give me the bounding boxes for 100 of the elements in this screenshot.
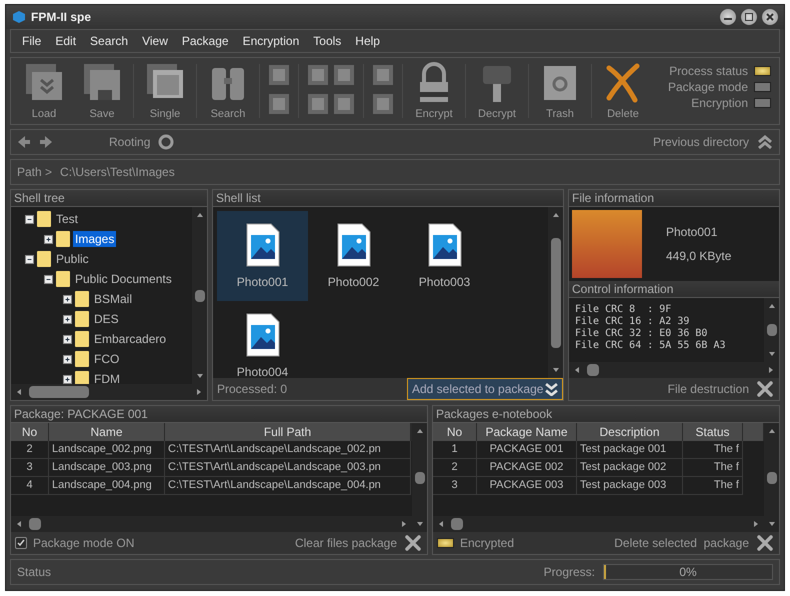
toolbar-button[interactable]: Save [73, 60, 131, 122]
vertical-scrollbar[interactable] [192, 207, 207, 384]
add-to-package-button[interactable]: Add selected to package [407, 378, 563, 400]
table-cell: The f [683, 441, 743, 459]
forward-arrow-icon[interactable] [39, 135, 53, 149]
column-header[interactable]: Full Path [165, 423, 411, 441]
scroll-thumb[interactable] [29, 386, 89, 398]
toolbar-button[interactable]: Decrypt [468, 60, 526, 122]
scroll-thumb[interactable] [414, 472, 424, 484]
scroll-arrow-icon[interactable] [15, 520, 23, 528]
image-thumbnail-item[interactable]: Photo003 [399, 211, 490, 301]
tree-item[interactable]: Embarcadero [92, 331, 168, 347]
scroll-thumb[interactable] [29, 518, 41, 530]
scroll-arrow-icon[interactable] [573, 366, 581, 374]
tree-item[interactable]: Public [54, 251, 91, 267]
checkbox[interactable] [15, 537, 27, 549]
window-title: FPM-II spe [31, 10, 92, 24]
column-header[interactable]: Description [577, 423, 683, 441]
vertical-scrollbar[interactable] [764, 298, 779, 362]
path-label: Path > [17, 165, 52, 179]
menu-item[interactable]: View [135, 34, 175, 48]
tree-item[interactable]: BSMail [92, 291, 134, 307]
toolbar-button[interactable]: Single [136, 60, 194, 122]
column-header[interactable]: Status [683, 423, 743, 441]
tree-item[interactable]: FCO [92, 351, 122, 367]
scroll-arrow-icon[interactable] [768, 427, 776, 435]
menu-item[interactable]: Encryption [236, 34, 306, 48]
toolbar-button[interactable]: Load [15, 60, 73, 122]
horizontal-scrollbar[interactable] [11, 516, 412, 532]
tree-item[interactable]: DES [92, 311, 121, 327]
horizontal-scrollbar[interactable] [433, 516, 764, 532]
collapse-toggle[interactable] [25, 214, 34, 224]
scroll-arrow-icon[interactable] [196, 211, 204, 219]
scroll-arrow-icon[interactable] [768, 302, 776, 310]
image-thumbnail-item[interactable]: Photo004 [217, 301, 308, 378]
rooting-label[interactable]: Rooting [109, 135, 150, 149]
back-arrow-icon[interactable] [17, 135, 31, 149]
scroll-thumb[interactable] [550, 238, 560, 348]
scroll-thumb[interactable] [194, 290, 204, 302]
close-button[interactable] [762, 9, 778, 25]
maximize-button[interactable] [741, 9, 757, 25]
menu-item[interactable]: File [15, 34, 48, 48]
menu-item[interactable]: Search [83, 34, 136, 48]
scroll-thumb[interactable] [766, 472, 776, 484]
menu-item[interactable]: Package [174, 34, 236, 48]
close-icon[interactable] [757, 381, 773, 397]
expand-toggle[interactable] [63, 374, 72, 384]
expand-toggle[interactable] [63, 314, 72, 324]
scroll-thumb[interactable] [766, 324, 776, 336]
toolbar-button[interactable]: Search [199, 60, 257, 122]
close-icon[interactable] [405, 535, 421, 551]
tree-item[interactable]: FDM [92, 371, 122, 384]
menu-item[interactable]: Help [348, 34, 387, 48]
status-text: Status [17, 565, 52, 579]
tree-item[interactable]: Test [54, 211, 80, 227]
column-header[interactable]: Name [49, 423, 165, 441]
tree-item[interactable]: Public Documents [73, 271, 174, 287]
expand-toggle[interactable] [44, 234, 53, 244]
scroll-arrow-icon[interactable] [437, 520, 445, 528]
minimize-button[interactable] [720, 9, 736, 25]
progress-label: Progress: [544, 565, 595, 579]
image-thumbnail-item[interactable]: Photo001 [217, 211, 308, 301]
close-icon[interactable] [757, 535, 773, 551]
vertical-scrollbar[interactable] [412, 423, 427, 532]
vertical-scrollbar[interactable] [764, 423, 779, 532]
collapse-toggle[interactable] [25, 254, 34, 264]
scroll-arrow-icon[interactable] [416, 427, 424, 435]
checkbox-label[interactable]: Package mode ON [33, 536, 134, 550]
menu-item[interactable]: Edit [48, 34, 84, 48]
refresh-icon[interactable] [158, 134, 174, 150]
tree-item[interactable]: Images [73, 231, 116, 247]
panel-title: Control information [569, 281, 779, 298]
image-thumbnail-item[interactable]: Photo002 [308, 211, 399, 301]
scroll-arrow-icon[interactable] [15, 388, 23, 396]
toolbar-button[interactable]: Trash [531, 60, 589, 122]
expand-toggle[interactable] [63, 354, 72, 364]
scroll-arrow-icon[interactable] [552, 366, 560, 374]
file-name: Photo001 [666, 225, 718, 239]
column-header[interactable]: Package Name [477, 423, 577, 441]
delete-package-label[interactable]: Delete selected package [614, 536, 749, 550]
column-header[interactable]: No [433, 423, 477, 441]
scroll-arrow-icon[interactable] [552, 211, 560, 219]
expand-toggle[interactable] [63, 334, 72, 344]
previous-directory-label[interactable]: Previous directory [652, 135, 749, 149]
table-cell: C:\TEST\Art\Landscape\Landscape_002.pn [165, 441, 411, 459]
double-chevron-up-icon[interactable] [757, 134, 773, 150]
expand-toggle[interactable] [63, 294, 72, 304]
file-destruction-label[interactable]: File destruction [668, 382, 749, 396]
toolbar-button[interactable]: Encrypt [405, 60, 463, 122]
toolbar-button[interactable]: Delete [594, 60, 652, 122]
scroll-thumb[interactable] [451, 518, 463, 530]
column-header[interactable]: No [11, 423, 49, 441]
scroll-thumb[interactable] [587, 364, 599, 376]
horizontal-scrollbar[interactable] [11, 384, 207, 400]
menu-item[interactable]: Tools [306, 34, 348, 48]
clear-files-label[interactable]: Clear files package [294, 536, 397, 550]
horizontal-scrollbar[interactable] [569, 362, 779, 378]
vertical-scrollbar[interactable] [548, 207, 563, 378]
table-cell: Test package 001 [577, 441, 683, 459]
collapse-toggle[interactable] [44, 274, 53, 284]
